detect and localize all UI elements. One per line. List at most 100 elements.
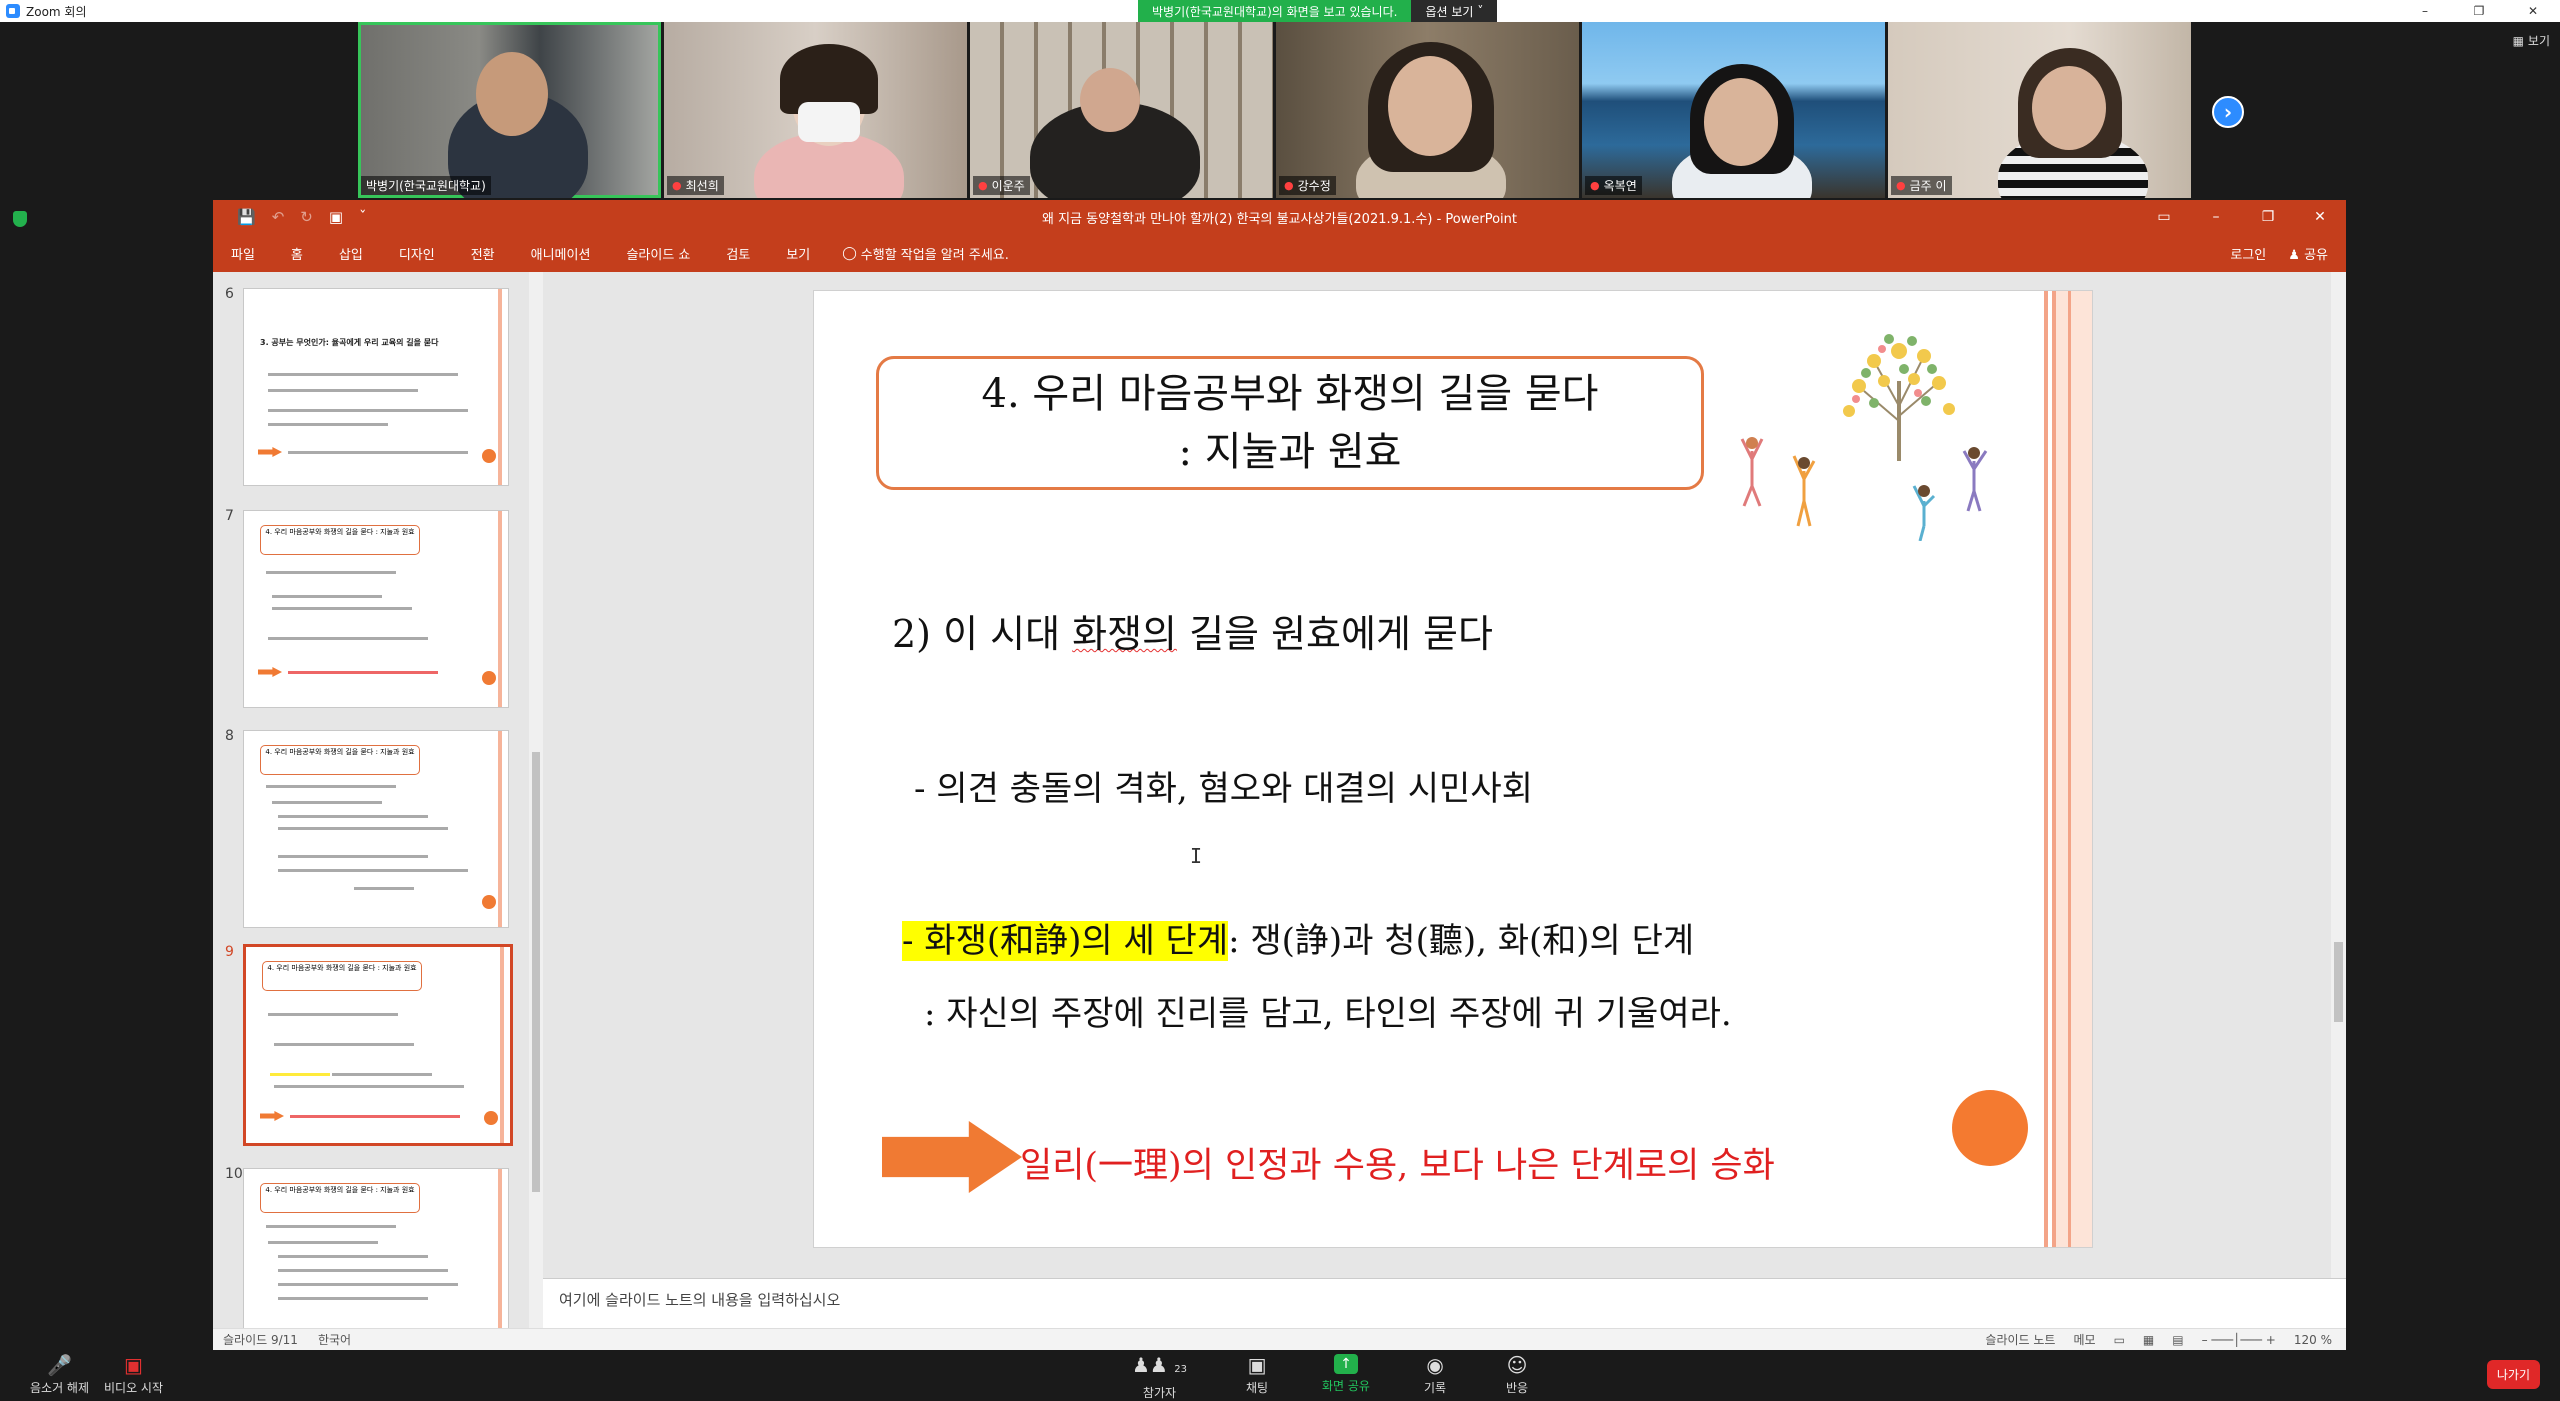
video-tile[interactable]: 박병기(한국교원대학교) [358,22,661,198]
record-button[interactable]: ◉ 기록 [1424,1354,1446,1396]
thumbnail-text [268,373,458,376]
scrollbar-handle[interactable] [2334,942,2343,1022]
language-indicator[interactable]: 한국어 [318,1331,351,1348]
zoom-slider[interactable]: – ───│─── + [2202,1333,2276,1347]
share-screen-button[interactable]: ↑ 화면 공유 [1322,1354,1370,1394]
sharing-notice: 박병기(한국교원대학교)의 화면을 보고 있습니다. [1138,0,1412,22]
undo-icon[interactable]: ↶ [272,208,285,226]
restore-icon[interactable]: ❐ [2242,200,2294,234]
slide-thumbnail-pane: 6 3. 공부는 무엇인가: 율곡에게 우리 교육의 길을 묻다 7 4. 우리… [213,272,543,1328]
slide-thumbnail[interactable]: 4. 우리 마음공부와 화쟁의 길을 묻다 : 지눌과 원효 [243,730,509,928]
view-options-button[interactable]: 옵션 보기 ˅ [1411,0,1498,22]
minimize-icon[interactable]: – [2190,200,2242,234]
thumbnail-edge [498,289,502,485]
slide-scrollbar[interactable] [2331,272,2346,1278]
scrollbar-handle[interactable] [532,752,540,1192]
tab-view[interactable]: 보기 [768,244,828,263]
comments-toggle[interactable]: 메모 [2073,1331,2095,1348]
tab-transitions[interactable]: 전환 [453,244,513,263]
thumbnail-arrow [258,667,282,677]
video-tile[interactable]: ● 금주 이 [1888,22,2191,198]
redo-icon[interactable]: ↻ [300,208,313,226]
security-shield-icon[interactable] [13,211,27,227]
notes-field[interactable]: 여기에 슬라이드 노트의 내용을 입력하십시오 [543,1278,2346,1328]
spellcheck-word: 화쟁의 [1072,612,1178,656]
video-tile[interactable]: ● 최선희 [664,22,967,198]
login-link[interactable]: 로그인 [2230,244,2266,263]
person-icon: ♟ [2288,247,2300,263]
normal-view-icon[interactable]: ▭ [2114,1333,2125,1347]
customize-qa-icon[interactable]: ˇ [359,208,367,226]
chat-button[interactable]: ▣ 채팅 [1246,1354,1268,1396]
participant-name: ● 이운주 [973,176,1030,195]
share-button[interactable]: ♟ 공유 [2288,244,2328,263]
reactions-button[interactable]: ☺ 반응 [1506,1354,1528,1396]
powerpoint-window: 💾 ↶ ↻ ▣ ˇ 왜 지금 동양철학과 만나야 할까(2) 한국의 불교사상가… [213,200,2346,1350]
thumbnail-text [278,1269,448,1272]
reaction-smile-icon: ☺ [1506,1353,1528,1377]
close-icon[interactable]: ✕ [2506,0,2560,22]
slide-thumbnail-selected[interactable]: 4. 우리 마음공부와 화쟁의 길을 묻다 : 지눌과 원효 [243,944,513,1146]
document-title: 왜 지금 동양철학과 만나야 할까(2) 한국의 불교사상가들(2021.9.1… [1042,211,1517,227]
mic-muted-icon: ● [978,179,988,192]
thumbnail-arrow [258,447,282,457]
slide-conclusion[interactable]: 일리(一理)의 인정과 수용, 보다 나은 단계로의 승화 [1020,1137,1775,1188]
gallery-next-button[interactable]: › [2212,96,2244,128]
tell-me-box[interactable]: ◯ 수행할 작업을 알려 주세요. [828,244,1009,263]
tab-design[interactable]: 디자인 [381,244,453,263]
slide-title-line2: : 지눌과 원효 [1178,429,1402,475]
thumbnail-text [268,1013,398,1016]
right-arrow-shape[interactable] [882,1121,1022,1193]
unmute-button[interactable]: 🎤 음소거 해제 [30,1354,89,1396]
chevron-down-icon: ˅ [1477,4,1484,18]
slide-thumbnail[interactable]: 4. 우리 마음공부와 화쟁의 길을 묻다 : 지눌과 원효 [243,1168,509,1328]
participant-face [476,52,548,136]
current-slide[interactable]: 4. 우리 마음공부와 화쟁의 길을 묻다 : 지눌과 원효 2) 이 시대 화… [813,290,2093,1248]
close-icon[interactable]: ✕ [2294,200,2346,234]
slide-title-box[interactable]: 4. 우리 마음공부와 화쟁의 길을 묻다 : 지눌과 원효 [876,356,1704,490]
thumbnail-edge [498,1169,502,1328]
save-icon[interactable]: 💾 [237,208,256,226]
tab-file[interactable]: 파일 [213,244,273,263]
thumbnail-dot [482,895,496,909]
restore-icon[interactable]: ❐ [2452,0,2506,22]
video-tile[interactable]: ● 옥복연 [1582,22,1885,198]
video-tile[interactable]: ● 강수정 [1276,22,1579,198]
start-video-button[interactable]: ▣ 비디오 시작 [104,1354,163,1396]
tab-home[interactable]: 홈 [273,244,321,263]
zoom-level[interactable]: 120 % [2294,1333,2332,1347]
tab-slideshow[interactable]: 슬라이드 쇼 [608,244,708,263]
reading-view-icon[interactable]: ▤ [2172,1333,2183,1347]
participants-button[interactable]: ♟♟ 23 참가자 [1132,1354,1187,1401]
slideshow-icon[interactable]: ▣ [329,208,343,226]
thumbnail-scrollbar[interactable] [529,272,543,1328]
slide-thumbnail[interactable]: 4. 우리 마음공부와 화쟁의 길을 묻다 : 지눌과 원효 [243,510,509,708]
participant-name: ● 강수정 [1279,176,1336,195]
mic-muted-icon: ● [1896,179,1906,192]
view-button[interactable]: ▦ 보기 [2513,32,2550,49]
highlighted-text: - 화쟁(和諍)의 세 단계 [902,921,1229,961]
video-tile[interactable]: ● 이운주 [970,22,1273,198]
tab-animations[interactable]: 애니메이션 [513,244,609,263]
tab-review[interactable]: 검토 [708,244,768,263]
thumbnail-text [266,785,396,788]
notes-toggle[interactable]: 슬라이드 노트 [1985,1331,2055,1348]
tree-illustration [1740,334,1988,541]
subtitle-text: 2) 이 시대 [892,612,1073,656]
thumbnail-text [278,815,428,818]
thumbnail-text [272,595,382,598]
minimize-icon[interactable]: – [2398,0,2452,22]
slide-subtitle[interactable]: 2) 이 시대 화쟁의 길을 원효에게 묻다 [892,603,1493,658]
thumbnail-text [272,801,382,804]
leave-meeting-button[interactable]: 나가기 [2486,1360,2540,1389]
sorter-view-icon[interactable]: ▦ [2143,1333,2154,1347]
slide-bullet[interactable]: : 자신의 주장에 진리를 담고, 타인의 주장에 귀 기울여라. [924,986,1732,1035]
unmute-label: 음소거 해제 [30,1381,90,1395]
grid-icon: ▦ [2512,33,2524,48]
slide-bullet[interactable]: - 의견 충돌의 격화, 혐오와 대결의 시민사회 [914,761,1533,810]
tab-insert[interactable]: 삽입 [321,244,381,263]
slide-thumbnail[interactable]: 3. 공부는 무엇인가: 율곡에게 우리 교육의 길을 묻다 [243,288,509,486]
ribbon-display-icon[interactable]: ▭ [2138,200,2190,234]
ribbon-tabs: 파일 홈 삽입 디자인 전환 애니메이션 슬라이드 쇼 검토 보기 ◯ 수행할 작… [213,234,2346,272]
slide-bullet[interactable]: - 화쟁(和諍)의 세 단계: 쟁(諍)과 청(聽), 화(和)의 단계 [902,913,1694,962]
